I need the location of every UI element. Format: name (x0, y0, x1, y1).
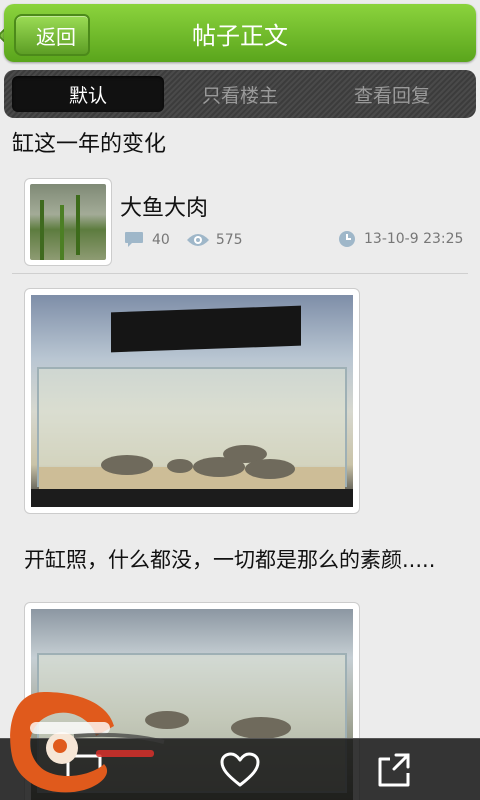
tab-author-only[interactable]: 只看楼主 (164, 76, 316, 112)
post-caption: 开缸照，什么都没，一切都是那么的素颜..... (24, 548, 436, 572)
back-button[interactable]: 返回 (14, 14, 90, 56)
comment-count: 40 (152, 232, 170, 248)
clock-icon (339, 231, 355, 247)
filter-tabs: 默认 只看楼主 查看回复 (4, 70, 476, 118)
reply-icon (66, 754, 102, 787)
bottom-action-bar (0, 738, 480, 800)
share-icon (378, 753, 410, 787)
aquarium-photo (31, 295, 353, 507)
reply-button[interactable] (60, 747, 108, 793)
comment-icon (125, 232, 143, 247)
eye-icon (186, 234, 209, 246)
like-button[interactable] (216, 747, 264, 793)
post-meta: 40 575 13-10-9 23:25 (124, 228, 464, 252)
tab-default[interactable]: 默认 (12, 76, 164, 112)
post-timestamp: 13-10-9 23:25 (364, 231, 464, 247)
share-button[interactable] (370, 747, 418, 793)
author-avatar[interactable] (24, 178, 112, 266)
heart-icon (220, 752, 260, 787)
author-name[interactable]: 大鱼大肉 (120, 190, 208, 222)
title-bar: 返回 帖子正文 (4, 4, 476, 62)
avatar-image (30, 184, 106, 260)
divider (12, 273, 468, 274)
view-count: 575 (215, 232, 243, 248)
post-title: 缸这一年的变化 (12, 132, 167, 157)
tab-view-replies[interactable]: 查看回复 (316, 76, 468, 112)
post-image-1[interactable] (24, 288, 360, 514)
